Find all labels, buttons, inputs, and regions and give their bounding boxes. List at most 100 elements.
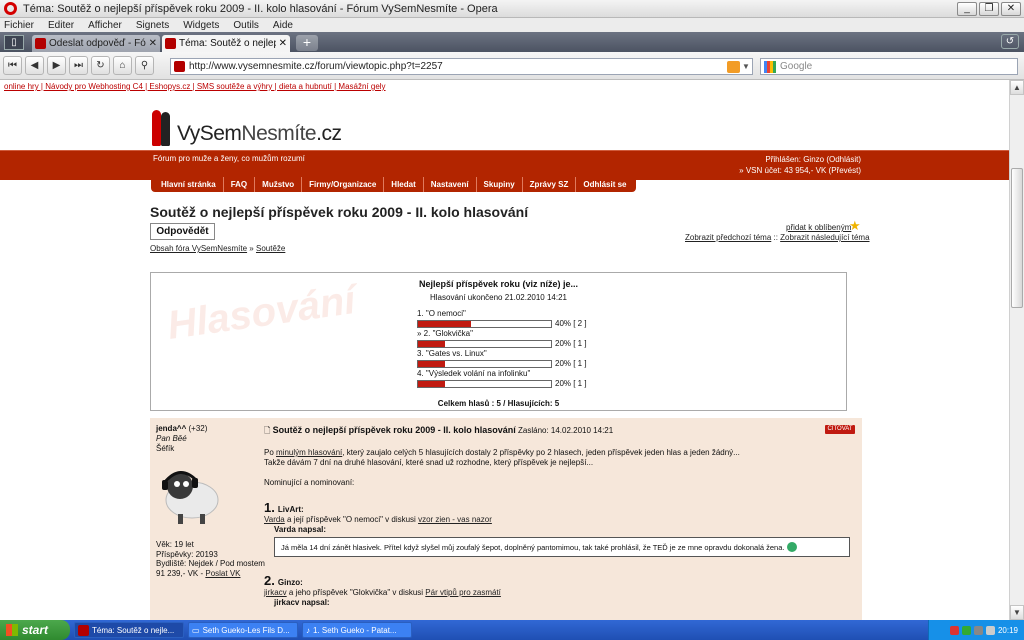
quote-button[interactable]: CITOVAT bbox=[825, 425, 855, 434]
sponsor-links[interactable]: online hry | Návody pro Webhosting C4 | … bbox=[4, 82, 386, 91]
windows-flag-icon bbox=[6, 624, 18, 636]
task-player[interactable]: ♪ 1. Seth Gueko - Patat... bbox=[302, 622, 412, 638]
main-nav: Hlavní stránka FAQ Mužstvo Firmy/Organiz… bbox=[151, 177, 637, 192]
nav-companies[interactable]: Firmy/Organizace bbox=[301, 177, 383, 192]
rewind-button[interactable]: ⏮ bbox=[3, 56, 22, 75]
couple-logo-icon bbox=[150, 110, 174, 146]
tab-topic[interactable]: Téma: Soutěž o nejlepší ... ✕ bbox=[162, 35, 290, 52]
poll-options: 1. "O nemoci" 40% [ 2 ] » 2. "Glokvička"… bbox=[417, 309, 587, 389]
tray-icon[interactable] bbox=[961, 625, 971, 635]
topic-title[interactable]: Soutěž o nejlepší příspěvek roku 2009 - … bbox=[150, 204, 528, 220]
reply-button[interactable]: Odpovědět bbox=[150, 223, 215, 240]
poll-result: 40% [ 2 ] bbox=[555, 319, 587, 328]
tab-close-icon[interactable]: ✕ bbox=[279, 38, 287, 49]
tab-close-icon[interactable]: ✕ bbox=[149, 38, 157, 49]
breadcrumb-category[interactable]: Soutěže bbox=[256, 244, 285, 253]
start-button[interactable]: start bbox=[0, 620, 70, 640]
folder-icon: ▭ bbox=[192, 625, 200, 635]
maximize-button[interactable]: ❐ bbox=[979, 1, 999, 16]
tray-icon[interactable] bbox=[949, 625, 959, 635]
nav-home[interactable]: Hlavní stránka bbox=[154, 177, 223, 192]
discussion-link[interactable]: Pár vtipů pro zasmátí bbox=[425, 588, 501, 597]
task-opera[interactable]: Téma: Soutěž o nejle... bbox=[74, 622, 184, 638]
poll-bar bbox=[417, 339, 552, 348]
poll-option-label: 3. "Gates vs. Linux" bbox=[417, 349, 487, 358]
reload-button[interactable]: ↻ bbox=[91, 56, 110, 75]
menu-afficher[interactable]: Afficher bbox=[88, 20, 122, 31]
home-button[interactable]: ⌂ bbox=[113, 56, 132, 75]
add-favorite-link[interactable]: přidat k oblíbeným bbox=[786, 223, 851, 232]
send-vk-link[interactable]: Poslat VK bbox=[205, 569, 240, 578]
nav-team[interactable]: Mužstvo bbox=[254, 177, 301, 192]
menu-outils[interactable]: Outils bbox=[233, 20, 259, 31]
tab-reply[interactable]: Odeslat odpověď - Fórum... ✕ bbox=[32, 35, 160, 52]
vertical-scrollbar[interactable]: ▲ ▼ bbox=[1009, 80, 1024, 620]
address-field[interactable]: http://www.vysemnesmite.cz/forum/viewtop… bbox=[170, 58, 753, 75]
nav-search[interactable]: Hledat bbox=[383, 177, 422, 192]
clock: 20:19 bbox=[997, 625, 1018, 635]
fast-forward-button[interactable]: ⏭ bbox=[69, 56, 88, 75]
user-link[interactable]: jirkacv bbox=[264, 588, 287, 597]
menu-editer[interactable]: Editer bbox=[48, 20, 74, 31]
menu-aide[interactable]: Aide bbox=[273, 20, 293, 31]
url-text[interactable]: http://www.vysemnesmite.cz/forum/viewtop… bbox=[189, 61, 727, 72]
menu-signets[interactable]: Signets bbox=[136, 20, 169, 31]
user-link[interactable]: Varda bbox=[264, 515, 285, 524]
forward-button[interactable]: ▶ bbox=[47, 56, 66, 75]
tab-label: Odeslat odpověď - Fórum... bbox=[49, 38, 146, 49]
nav-settings[interactable]: Nastavení bbox=[422, 177, 476, 192]
task-folder[interactable]: ▭ Seth Gueko-Les Fils D... bbox=[188, 622, 298, 638]
sponsor-links-text[interactable]: online hry | Návody pro Webhosting C4 | … bbox=[4, 82, 386, 91]
post-header: 🗋 Soutěž o nejlepší příspěvek roku 2009 … bbox=[264, 425, 854, 439]
nav-groups[interactable]: Skupiny bbox=[475, 177, 522, 192]
system-tray: 20:19 bbox=[928, 620, 1024, 640]
menu-fichier[interactable]: Fichier bbox=[4, 20, 34, 31]
star-icon[interactable]: ★ bbox=[849, 218, 861, 234]
search-field[interactable]: Google bbox=[760, 58, 1018, 75]
dropdown-arrow-icon[interactable]: ▼ bbox=[742, 62, 752, 71]
google-icon bbox=[764, 60, 776, 73]
music-icon: ♪ bbox=[306, 625, 310, 635]
scroll-thumb[interactable] bbox=[1011, 168, 1023, 308]
panel-toggle-icon[interactable]: ▯ bbox=[4, 35, 24, 50]
minimize-button[interactable]: _ bbox=[957, 1, 977, 16]
quote-author: Varda napsal: bbox=[274, 525, 327, 534]
breadcrumb-home[interactable]: Obsah fóra VySemNesmíte bbox=[150, 244, 247, 253]
poll-question: Nejlepší příspěvek roku (viz níže) je... bbox=[418, 279, 579, 289]
network-icon[interactable] bbox=[973, 625, 983, 635]
volume-icon[interactable] bbox=[985, 625, 995, 635]
navigation-toolbar: ⏮ ◀ ▶ ⏭ ↻ ⌂ ⚲ http://www.vysemnesmite.cz… bbox=[0, 52, 1024, 80]
new-tab-button[interactable]: + bbox=[296, 35, 318, 51]
scroll-up-icon[interactable]: ▲ bbox=[1010, 80, 1024, 95]
author-money: 91 239,- VK - bbox=[156, 568, 206, 578]
previous-poll-link[interactable]: minulým hlasování bbox=[276, 448, 342, 457]
back-button[interactable]: ◀ bbox=[25, 56, 44, 75]
taskbar: start Téma: Soutěž o nejle... ▭ Seth Guek… bbox=[0, 620, 1024, 640]
prev-topic-link[interactable]: Zobrazit předchozí téma bbox=[685, 233, 771, 242]
menu-widgets[interactable]: Widgets bbox=[183, 20, 219, 31]
wand-button[interactable]: ⚲ bbox=[135, 56, 154, 75]
scroll-down-icon[interactable]: ▼ bbox=[1010, 605, 1024, 620]
author-location: Bydliště: Nejdek / Pod mostem bbox=[156, 559, 265, 568]
nav-messages[interactable]: Zprávy SZ bbox=[521, 177, 576, 192]
close-button[interactable]: ✕ bbox=[1001, 1, 1021, 16]
smiley-icon bbox=[787, 542, 798, 552]
author-name[interactable]: jenda^^ bbox=[156, 424, 186, 433]
poll-result: 20% [ 1 ] bbox=[555, 359, 587, 368]
rss-feed-icon[interactable] bbox=[727, 60, 740, 73]
post-title: Soutěž o nejlepší příspěvek roku 2009 - … bbox=[272, 425, 516, 435]
menu-bar: Fichier Editer Afficher Signets Widgets … bbox=[0, 18, 1024, 32]
logged-in-line[interactable]: Přihlášen: Ginzo (Odhlásit) bbox=[739, 154, 861, 165]
nav-logout[interactable]: Odhlásit se bbox=[575, 177, 633, 192]
nav-faq[interactable]: FAQ bbox=[222, 177, 254, 192]
discussion-link[interactable]: vzor zien - vas nazor bbox=[418, 515, 492, 524]
poll-bar-fill bbox=[418, 320, 472, 327]
next-topic-link[interactable]: Zobrazit následující téma bbox=[780, 233, 869, 242]
post-author: jenda^^ (+32) Pan Běé Šéfík bbox=[156, 424, 256, 454]
closed-tabs-icon[interactable]: ↺ bbox=[1001, 34, 1019, 49]
breadcrumb: Obsah fóra VySemNesmíte » Soutěže bbox=[150, 244, 286, 253]
poll-bar-fill bbox=[418, 380, 445, 387]
page-content: online hry | Návody pro Webhosting C4 | … bbox=[0, 80, 1009, 620]
account-line[interactable]: » VSN účet: 43 954,- VK (Převést) bbox=[739, 165, 861, 176]
site-logo[interactable]: VySemNesmíte.cz bbox=[150, 110, 342, 146]
